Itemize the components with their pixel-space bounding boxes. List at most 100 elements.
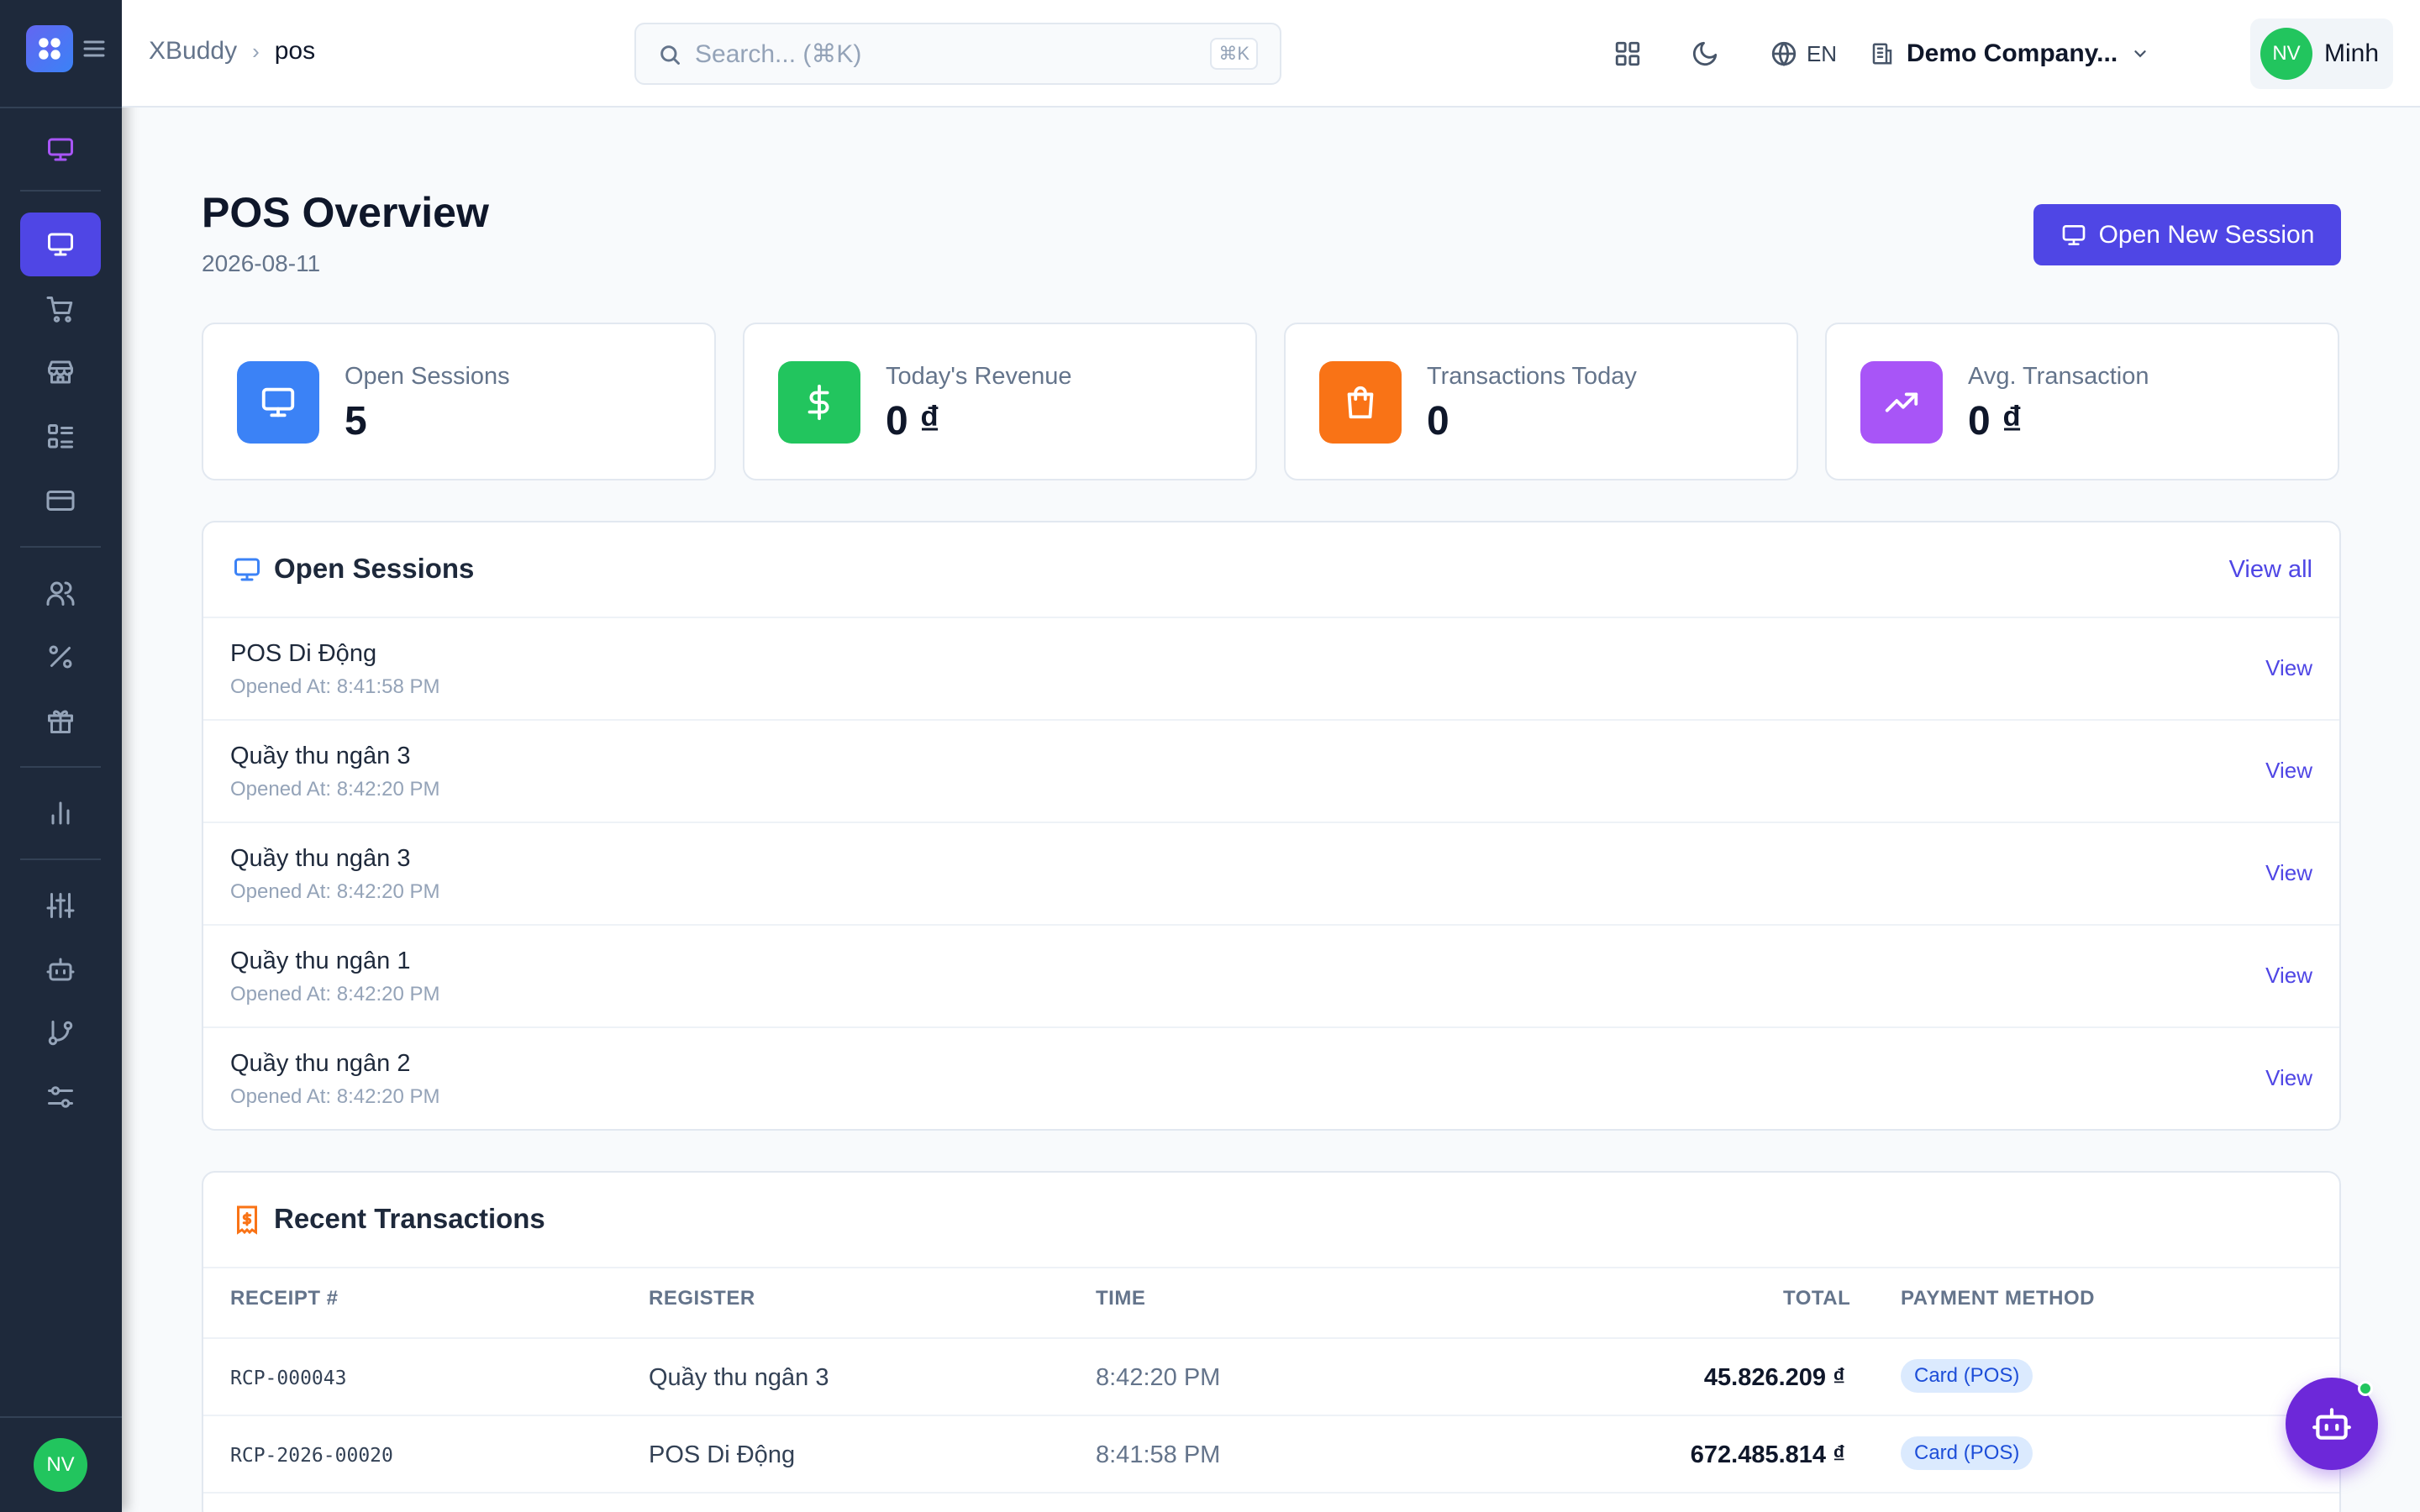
breadcrumb-root[interactable]: XBuddy <box>149 37 237 66</box>
column-header-time[interactable]: TIME <box>1096 1287 1145 1310</box>
view-all-link[interactable]: View all <box>2229 556 2312 584</box>
session-name: Quầy thu ngân 2 <box>230 1050 411 1077</box>
company-name: Demo Company... <box>1907 39 2118 67</box>
sidebar-item-pos-home[interactable] <box>20 118 101 181</box>
table-row[interactable]: RCP-000043 Quầy thu ngân 3 8:42:20 PM 45… <box>203 1339 2339 1416</box>
sidebar-divider <box>20 190 101 192</box>
sidebar-item-workflows[interactable] <box>20 1001 101 1065</box>
logo-icon <box>39 38 60 60</box>
receipt-number: RCP-2026-00020 <box>230 1445 393 1467</box>
sliders-icon <box>46 893 75 918</box>
open-new-session-button[interactable]: Open New Session <box>2033 204 2341 265</box>
sidebar-item-gifts[interactable] <box>20 689 101 753</box>
language-label: EN <box>1806 40 1838 66</box>
shopping-bag-icon <box>1347 386 1374 419</box>
apps-button[interactable] <box>1602 29 1653 79</box>
session-view-link[interactable]: View <box>2265 655 2312 681</box>
user-name: Minh <box>2324 39 2380 67</box>
session-view-link[interactable]: View <box>2265 963 2312 989</box>
column-header-receipt[interactable]: RECEIPT # <box>230 1287 339 1310</box>
sidebar-divider <box>20 546 101 548</box>
register-name: POS Di Động <box>649 1441 796 1468</box>
bar-chart-icon <box>51 801 70 825</box>
table-row[interactable]: RCP-2026-00020 POS Di Động 8:41:58 PM 67… <box>203 1416 2339 1494</box>
session-view-link[interactable]: View <box>2265 758 2312 784</box>
sidebar-item-settings[interactable] <box>20 1065 101 1129</box>
receipt-icon <box>237 1205 257 1235</box>
payment-method-badge: Card (POS) <box>1901 1436 2033 1470</box>
panel-title: Recent Transactions <box>274 1203 545 1234</box>
monitor-icon <box>48 233 73 256</box>
page-title: POS Overview <box>202 189 489 236</box>
sidebar-item-customers[interactable] <box>20 561 101 625</box>
monitor-icon <box>234 558 260 581</box>
search-box[interactable]: ⌘K <box>634 23 1281 85</box>
grid-icon <box>1615 41 1640 66</box>
session-opened-at: Opened At: 8:41:58 PM <box>230 675 440 698</box>
sidebar-item-catalog[interactable] <box>20 405 101 469</box>
percent-icon <box>49 645 72 669</box>
recent-transactions-panel: Recent Transactions RECEIPT # REGISTER T… <box>202 1171 2341 1512</box>
sidebar-item-stores[interactable] <box>20 340 101 404</box>
sidebar-item-orders[interactable] <box>20 277 101 341</box>
stat-icon <box>237 361 319 444</box>
settings-sliders-icon <box>48 1086 73 1108</box>
stat-label: Open Sessions <box>345 363 510 390</box>
moon-icon <box>1692 41 1718 66</box>
sidebar-item-discounts[interactable] <box>20 625 101 689</box>
open-new-session-label: Open New Session <box>2098 220 2315 249</box>
sidebar-avatar[interactable]: NV <box>34 1438 87 1492</box>
list-item: Quầy thu ngân 2 Opened At: 8:42:20 PM Vi… <box>203 1028 2339 1131</box>
column-header-payment-method[interactable]: PAYMENT METHOD <box>1901 1287 2095 1310</box>
stat-value: 0 ₫ <box>886 399 940 444</box>
chevron-down-icon <box>2134 50 2146 58</box>
pos-monitor-icon <box>48 138 73 161</box>
stat-value: 0 <box>1427 399 1449 444</box>
stat-label: Avg. Transaction <box>1968 363 2149 390</box>
git-branch-icon <box>48 1021 73 1046</box>
sidebar-item-payments[interactable] <box>20 469 101 533</box>
panel-title: Open Sessions <box>274 553 475 584</box>
payment-method-badge: Card (POS) <box>1901 1359 2033 1393</box>
store-icon <box>48 360 73 384</box>
company-selector[interactable]: Demo Company... <box>1870 29 2265 79</box>
app-logo[interactable] <box>26 25 73 72</box>
sidebar-item-assistant[interactable] <box>20 937 101 1001</box>
stat-label: Today's Revenue <box>886 363 1072 390</box>
stat-card-revenue: Today's Revenue 0 ₫ <box>743 323 1257 480</box>
monitor-icon <box>2062 224 2085 245</box>
bot-icon <box>2312 1408 2351 1440</box>
session-view-link[interactable]: View <box>2265 1065 2312 1091</box>
sidebar-divider <box>20 858 101 860</box>
column-header-register[interactable]: REGISTER <box>649 1287 755 1310</box>
search-input[interactable] <box>695 39 1165 70</box>
list-icon <box>48 424 73 449</box>
list-item: Quầy thu ngân 1 Opened At: 8:42:20 PM Vi… <box>203 926 2339 1028</box>
trending-up-icon <box>1885 392 1918 412</box>
list-item: Quầy thu ngân 3 Opened At: 8:42:20 PM Vi… <box>203 721 2339 823</box>
card-icon <box>46 491 75 511</box>
stat-icon <box>1860 361 1943 444</box>
users-icon <box>46 581 75 606</box>
stat-icon <box>1319 361 1402 444</box>
sidebar-item-pos[interactable] <box>20 213 101 276</box>
session-opened-at: Opened At: 8:42:20 PM <box>230 1085 440 1108</box>
list-item: Quầy thu ngân 3 Opened At: 8:42:20 PM Vi… <box>203 823 2339 926</box>
theme-toggle-button[interactable] <box>1680 29 1730 79</box>
top-header: XBuddy › pos ⌘K EN Demo Company... 7 NV … <box>122 0 2420 108</box>
transaction-time: 8:41:58 PM <box>1096 1441 1221 1468</box>
session-view-link[interactable]: View <box>2265 860 2312 886</box>
gift-icon <box>48 710 73 733</box>
menu-toggle-button[interactable] <box>82 39 106 59</box>
breadcrumb: XBuddy › pos <box>149 37 315 66</box>
online-status-dot <box>2358 1381 2373 1396</box>
column-header-total[interactable]: TOTAL <box>1783 1287 1850 1310</box>
sidebar-item-reports[interactable] <box>20 781 101 845</box>
sidebar-item-adjustments[interactable] <box>20 874 101 937</box>
assistant-chat-button[interactable] <box>2286 1378 2378 1470</box>
transaction-time: 8:42:20 PM <box>1096 1364 1221 1391</box>
user-menu[interactable]: NV Minh <box>2250 18 2393 89</box>
language-button[interactable]: EN <box>1757 29 1849 79</box>
stat-card-open-sessions: Open Sessions 5 <box>202 323 716 480</box>
panel-header: Recent Transactions <box>203 1173 2339 1268</box>
